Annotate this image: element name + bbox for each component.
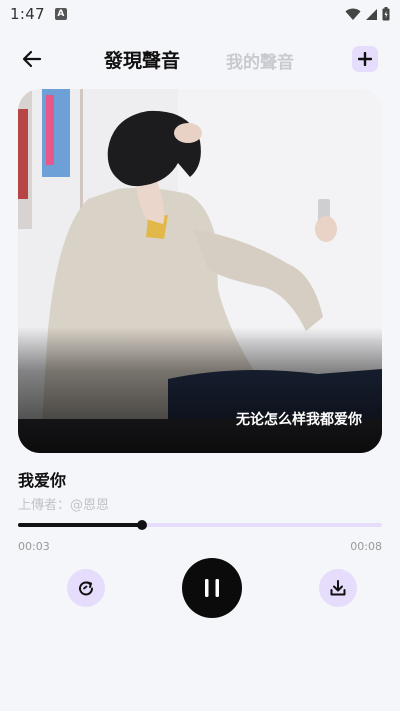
wifi-icon [345, 8, 361, 20]
cover-image: 无论怎么样我都爱你 [18, 89, 382, 453]
battery-icon [382, 7, 390, 21]
plus-icon [358, 52, 372, 66]
song-title: 我爱你 [18, 471, 67, 490]
progress-fill [18, 523, 142, 527]
cover-gradient [18, 327, 382, 453]
download-icon [330, 580, 346, 596]
status-bar: 1:47 A [0, 0, 400, 28]
status-icons [345, 7, 390, 21]
loop-button[interactable] [67, 569, 105, 607]
download-button[interactable] [319, 569, 357, 607]
tab-discover-sounds[interactable]: 發現聲音 [104, 46, 180, 73]
add-button[interactable] [352, 46, 378, 72]
back-button[interactable] [18, 46, 46, 72]
progress-slider[interactable] [18, 519, 382, 531]
tab-my-sounds[interactable]: 我的聲音 [226, 48, 294, 73]
loop-icon [79, 581, 93, 596]
pause-button[interactable] [182, 558, 242, 618]
pause-icon [205, 579, 219, 597]
cover-caption: 无论怎么样我都爱你 [236, 412, 362, 428]
signal-icon [366, 8, 377, 20]
uploader-name[interactable]: @恩恩 [70, 494, 109, 513]
total-time: 00:08 [350, 540, 382, 553]
a-notification-icon: A [54, 8, 67, 20]
header: 發現聲音 我的聲音 [0, 40, 400, 78]
status-time: 1:47 [10, 5, 45, 23]
progress-thumb[interactable] [136, 520, 147, 530]
current-time: 00:03 [18, 540, 50, 553]
uploader-label: 上傳者： [18, 498, 71, 513]
arrow-left-icon [22, 50, 42, 68]
uploader-info: 上傳者： @恩恩 [18, 494, 109, 513]
